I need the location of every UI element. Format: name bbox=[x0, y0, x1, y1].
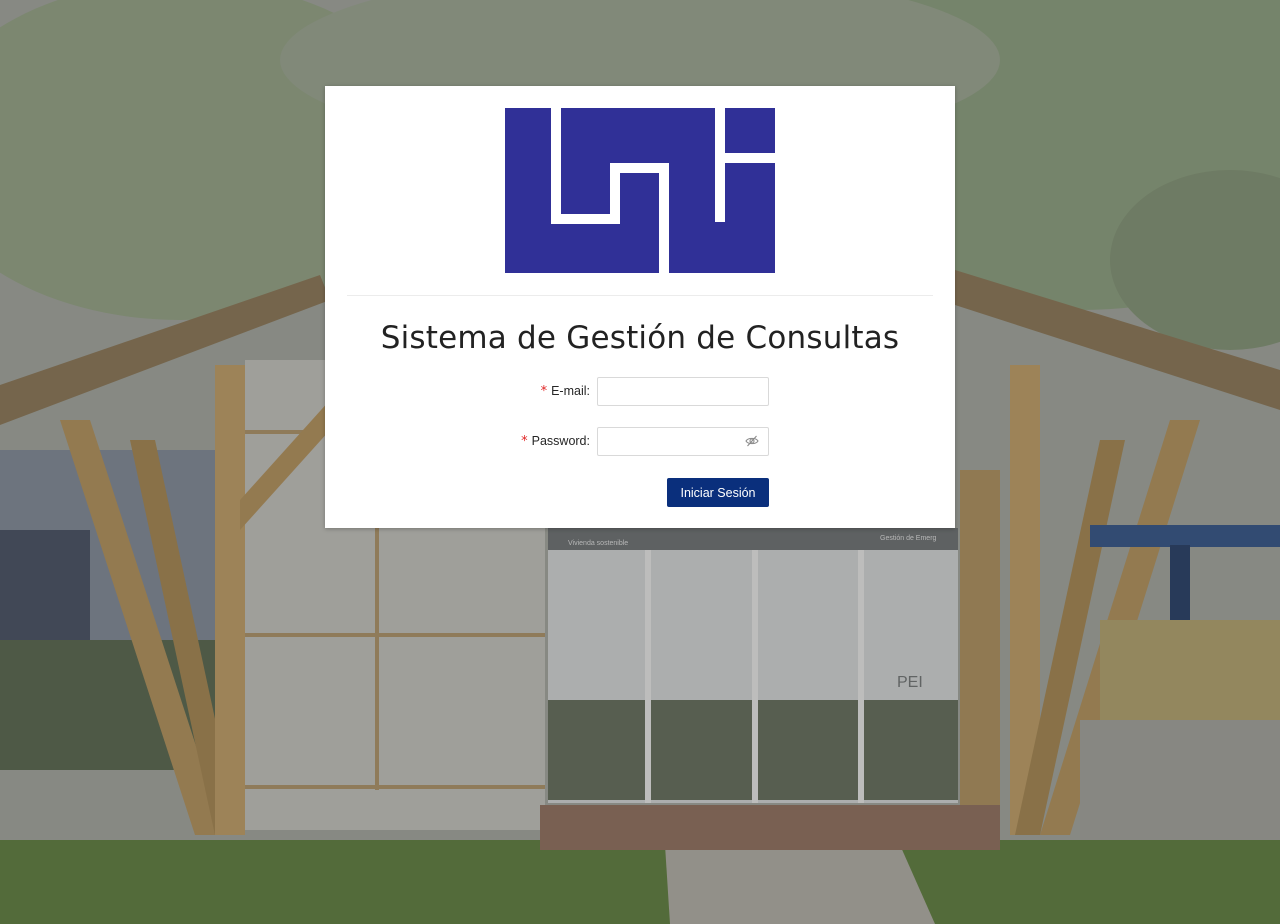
required-marker: * bbox=[521, 434, 528, 449]
email-label: * E-mail: bbox=[541, 377, 590, 406]
label-colon: : bbox=[586, 434, 590, 448]
email-input[interactable] bbox=[597, 377, 769, 406]
page-title: Sistema de Gestión de Consultas bbox=[380, 320, 900, 356]
email-label-text: E-mail bbox=[551, 384, 587, 398]
password-label: * Password: bbox=[521, 427, 590, 456]
login-card: Sistema de Gestión de Consultas * E-mail:… bbox=[325, 86, 955, 528]
login-button[interactable]: Iniciar Sesión bbox=[667, 478, 769, 507]
password-row: * Password: bbox=[325, 427, 955, 456]
password-field bbox=[597, 427, 769, 456]
eye-invisible-icon[interactable] bbox=[745, 434, 759, 448]
label-colon: : bbox=[586, 384, 590, 398]
password-input[interactable] bbox=[604, 429, 744, 454]
divider bbox=[347, 295, 933, 296]
email-row: * E-mail: bbox=[325, 377, 955, 406]
uni-logo bbox=[505, 108, 775, 273]
password-label-text: Password bbox=[531, 434, 587, 448]
required-marker: * bbox=[540, 384, 548, 399]
